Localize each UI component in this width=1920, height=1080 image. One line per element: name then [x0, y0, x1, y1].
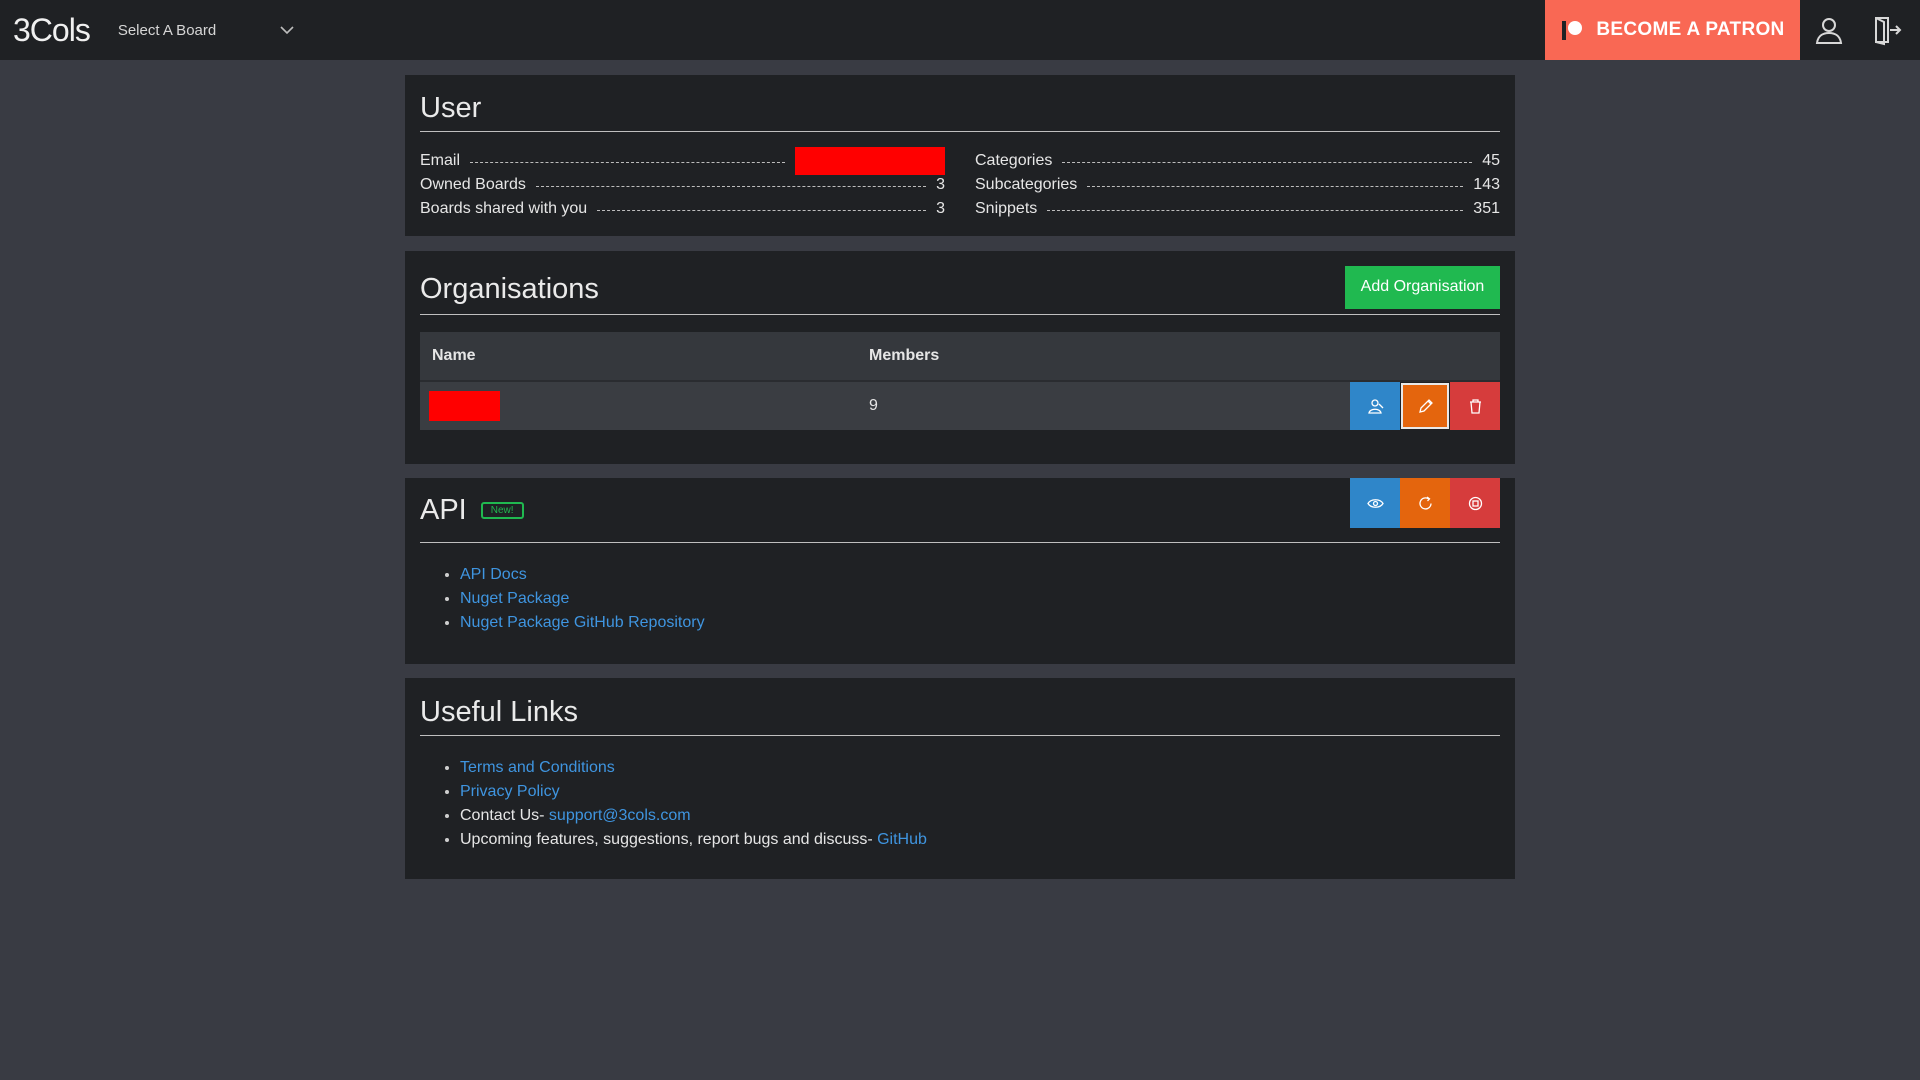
useful-links-title: Useful Links	[420, 696, 578, 728]
board-select-dropdown[interactable]: Select A Board	[118, 15, 294, 45]
manage-members-button[interactable]	[1350, 382, 1400, 430]
become-patron-button[interactable]: BECOME A PATRON	[1545, 0, 1800, 60]
delete-organisation-button[interactable]	[1450, 382, 1500, 430]
org-name-cell	[420, 391, 869, 421]
redacted-org-name	[429, 391, 500, 421]
top-navbar: 3Cols Select A Board BECOME A PATRON	[0, 0, 1920, 60]
stat-label: Snippets	[975, 200, 1038, 217]
stat-value: 3	[936, 200, 945, 217]
user-panel: User Email Owned Boards 3 Boards shared …	[405, 75, 1515, 236]
view-api-key-button[interactable]	[1350, 478, 1400, 528]
stat-row-subcategories: Subcategories 143	[975, 173, 1500, 197]
stat-label: Subcategories	[975, 176, 1078, 193]
user-stats-right: Categories 45 Subcategories 143 Snippets…	[975, 149, 1500, 221]
stat-row-email: Email	[420, 147, 945, 175]
dash-leader	[597, 209, 927, 211]
user-stats: Email Owned Boards 3 Boards shared with …	[420, 147, 1500, 221]
users-icon	[1367, 398, 1383, 414]
contact-prefix: Contact Us-	[460, 807, 549, 824]
stat-row-owned-boards: Owned Boards 3	[420, 173, 945, 197]
user-icon[interactable]	[1813, 14, 1845, 46]
organisations-title: Organisations	[420, 273, 599, 305]
table-header: Name Members	[420, 332, 1500, 382]
list-item: Nuget Package	[460, 587, 1500, 611]
add-organisation-button[interactable]: Add Organisation	[1345, 265, 1500, 309]
stat-label: Owned Boards	[420, 176, 526, 193]
stat-value: 143	[1473, 176, 1500, 193]
terms-link[interactable]: Terms and Conditions	[460, 759, 615, 776]
useful-links-header: Useful Links	[420, 678, 1500, 736]
logout-icon[interactable]	[1871, 14, 1903, 46]
dash-leader	[1087, 185, 1464, 187]
dash-leader	[1047, 209, 1464, 211]
user-panel-header: User	[420, 75, 1500, 132]
useful-links-list: Terms and Conditions Privacy Policy Cont…	[420, 756, 1500, 852]
api-header: API New!	[420, 478, 1500, 543]
api-panel: API New! • API Docs • Nuget Package • Nu…	[405, 478, 1515, 664]
support-email-link[interactable]: support@3cols.com	[549, 807, 691, 824]
list-item: Privacy Policy	[460, 780, 1500, 804]
nuget-package-link[interactable]: Nuget Package	[460, 590, 569, 607]
upcoming-prefix: Upcoming features, suggestions, report b…	[460, 831, 878, 848]
column-name-header: Name	[432, 347, 476, 364]
nuget-github-link[interactable]: Nuget Package GitHub Repository	[460, 614, 705, 631]
list-item: Upcoming features, suggestions, report b…	[460, 828, 1500, 852]
organisations-header: Organisations Add Organisation	[420, 251, 1500, 315]
dash-leader	[1062, 161, 1473, 163]
become-patron-label: BECOME A PATRON	[1596, 19, 1785, 40]
stat-value: 3	[936, 176, 945, 193]
dash-leader	[535, 185, 927, 187]
stat-label: Categories	[975, 152, 1053, 169]
table-row: 9	[420, 382, 1500, 430]
stat-value: 351	[1473, 200, 1500, 217]
stat-row-shared-boards: Boards shared with you 3	[420, 197, 945, 221]
api-title-group: API New!	[420, 494, 524, 527]
github-link[interactable]: GitHub	[877, 831, 927, 848]
organisations-table: Name Members 9	[420, 332, 1500, 430]
stat-label: Email	[420, 152, 461, 169]
revoke-api-key-button[interactable]	[1450, 478, 1500, 528]
eye-icon	[1366, 498, 1384, 508]
column-members-header: Members	[869, 347, 940, 364]
user-title: User	[420, 91, 482, 124]
api-docs-link[interactable]: API Docs	[460, 566, 527, 583]
trash-icon	[1469, 398, 1481, 414]
edit-organisation-button[interactable]	[1400, 382, 1450, 430]
organisations-panel: Organisations Add Organisation Name Memb…	[405, 251, 1515, 464]
api-title: API	[420, 493, 467, 526]
org-members-cell: 9	[869, 397, 878, 414]
useful-links-panel: Useful Links Terms and Conditions Privac…	[405, 678, 1515, 879]
stat-label: Boards shared with you	[420, 200, 588, 217]
list-item: API Docs	[460, 563, 1500, 587]
api-actions	[1350, 478, 1500, 528]
brand-logo[interactable]: 3Cols	[13, 12, 91, 49]
regenerate-api-key-button[interactable]	[1400, 478, 1450, 528]
stat-value: 45	[1482, 152, 1500, 169]
stat-row-snippets: Snippets 351	[975, 197, 1500, 221]
refresh-icon	[1418, 495, 1432, 509]
board-select-label: Select A Board	[117, 21, 217, 39]
stat-row-categories: Categories 45	[975, 149, 1500, 173]
stop-icon	[1468, 496, 1482, 510]
list-item: Contact Us- support@3cols.com	[460, 804, 1500, 828]
redacted-email	[795, 147, 945, 175]
new-badge: New!	[480, 501, 524, 519]
privacy-link[interactable]: Privacy Policy	[460, 783, 560, 800]
pencil-icon	[1418, 398, 1433, 413]
list-item: Terms and Conditions	[460, 756, 1500, 780]
chevron-down-icon	[280, 26, 294, 35]
dash-leader	[470, 161, 785, 163]
api-links-list: API Docs Nuget Package Nuget Package Git…	[420, 563, 1500, 635]
list-item: Nuget Package GitHub Repository	[460, 611, 1500, 635]
user-stats-left: Email Owned Boards 3 Boards shared with …	[420, 147, 945, 221]
patreon-logo-icon	[1562, 21, 1583, 40]
